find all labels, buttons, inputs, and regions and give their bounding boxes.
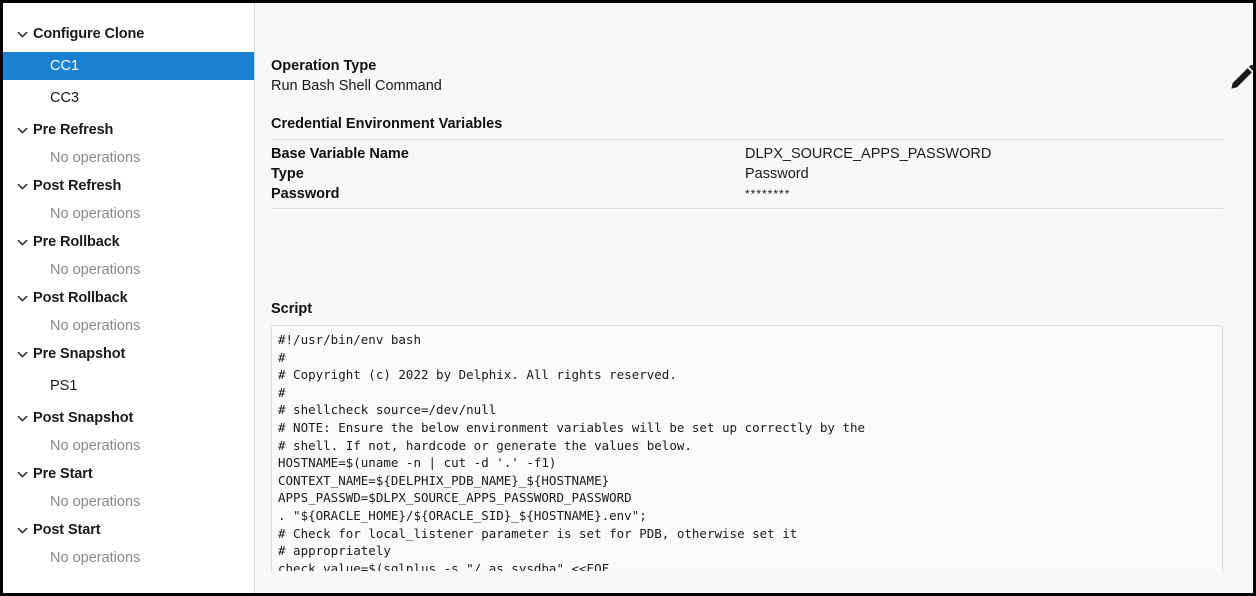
operation-type-label: Operation Type xyxy=(271,57,1221,76)
operation-type-value: Run Bash Shell Command xyxy=(271,76,1221,96)
sidebar-group-label: Pre Start xyxy=(33,466,93,482)
sidebar-group-label: Post Rollback xyxy=(33,290,128,306)
sidebar-no-operations: No operations xyxy=(3,432,254,460)
sidebar-group-pre-refresh[interactable]: Pre Refresh xyxy=(3,116,254,144)
credential-key: Password xyxy=(271,184,745,204)
script-code-box[interactable]: #!/usr/bin/env bash # # Copyright (c) 20… xyxy=(271,325,1223,571)
chevron-down-icon[interactable] xyxy=(11,524,33,537)
sidebar-group-post-rollback[interactable]: Post Rollback xyxy=(3,284,254,312)
sidebar-no-operations: No operations xyxy=(3,256,254,284)
operations-sidebar: Configure Clone CC1 CC3 Pre Refresh No opera… xyxy=(3,3,255,593)
sidebar-group-label: Configure Clone xyxy=(33,26,144,42)
sidebar-no-operations: No operations xyxy=(3,544,254,572)
credential-value: DLPX_SOURCE_APPS_PASSWORD xyxy=(745,144,991,164)
credential-row: Base Variable NameDLPX_SOURCE_APPS_PASSW… xyxy=(271,144,1221,164)
credential-table: Base Variable NameDLPX_SOURCE_APPS_PASSW… xyxy=(271,140,1221,208)
chevron-down-icon[interactable] xyxy=(11,292,33,305)
sidebar-no-operations: No operations xyxy=(3,312,254,340)
sidebar-no-operations: No operations xyxy=(3,144,254,172)
credential-env-vars-title: Credential Environment Variables xyxy=(271,116,1221,132)
script-code-text: #!/usr/bin/env bash # # Copyright (c) 20… xyxy=(278,331,1222,571)
chevron-down-icon[interactable] xyxy=(11,236,33,249)
divider-bottom xyxy=(271,208,1223,209)
sidebar-group-label: Pre Snapshot xyxy=(33,346,125,362)
sidebar-group-pre-rollback[interactable]: Pre Rollback xyxy=(3,228,254,256)
credential-row: Password******** xyxy=(271,184,1221,204)
chevron-down-icon[interactable] xyxy=(11,412,33,425)
credential-value[interactable]: ******** xyxy=(745,184,790,204)
pencil-icon[interactable] xyxy=(1225,61,1253,95)
credential-key: Type xyxy=(271,164,745,184)
sidebar-group-list: Configure Clone CC1 CC3 Pre Refresh No opera… xyxy=(3,20,254,572)
sidebar-group-pre-snapshot[interactable]: Pre Snapshot xyxy=(3,340,254,368)
sidebar-operation-item[interactable]: CC3 xyxy=(3,84,254,112)
script-label: Script xyxy=(271,301,1221,317)
credential-value: Password xyxy=(745,164,809,184)
credential-row: TypePassword xyxy=(271,164,1221,184)
sidebar-group-post-refresh[interactable]: Post Refresh xyxy=(3,172,254,200)
sidebar-group-label: Post Refresh xyxy=(33,178,121,194)
credential-key: Base Variable Name xyxy=(271,144,745,164)
chevron-down-icon[interactable] xyxy=(11,28,33,41)
sidebar-operation-item[interactable]: CC1 xyxy=(3,52,254,80)
application-window: Configure Clone CC1 CC3 Pre Refresh No opera… xyxy=(0,0,1256,596)
sidebar-group-label: Post Start xyxy=(33,522,101,538)
operation-detail-panel: Operation Type Run Bash Shell Command Cr… xyxy=(255,3,1253,593)
sidebar-no-operations: No operations xyxy=(3,488,254,516)
chevron-down-icon[interactable] xyxy=(11,468,33,481)
sidebar-group-configure-clone[interactable]: Configure Clone xyxy=(3,20,254,48)
chevron-down-icon[interactable] xyxy=(11,348,33,361)
chevron-down-icon[interactable] xyxy=(11,180,33,193)
sidebar-group-label: Pre Rollback xyxy=(33,234,120,250)
sidebar-group-post-snapshot[interactable]: Post Snapshot xyxy=(3,404,254,432)
sidebar-operation-item[interactable]: PS1 xyxy=(3,372,254,400)
chevron-down-icon[interactable] xyxy=(11,124,33,137)
sidebar-group-label: Post Snapshot xyxy=(33,410,133,426)
sidebar-group-post-start[interactable]: Post Start xyxy=(3,516,254,544)
sidebar-no-operations: No operations xyxy=(3,200,254,228)
detail-content: Operation Type Run Bash Shell Command Cr… xyxy=(255,3,1253,571)
sidebar-group-label: Pre Refresh xyxy=(33,122,113,138)
sidebar-group-pre-start[interactable]: Pre Start xyxy=(3,460,254,488)
